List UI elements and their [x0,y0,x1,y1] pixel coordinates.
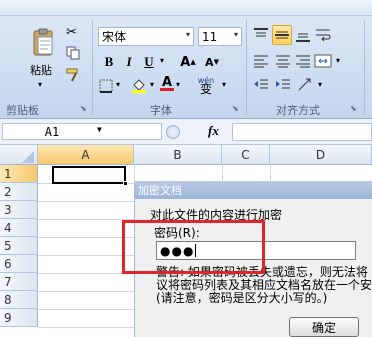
column-header-c[interactable]: C [222,145,270,165]
clipboard-launcher-icon[interactable]: ⬊ [80,104,87,113]
select-all-corner[interactable] [0,145,38,165]
font-color-glyph: A [161,75,173,90]
shrink-arrow-icon: ▼ [213,58,219,66]
italic-button[interactable]: I [120,53,138,71]
chevron-down-icon[interactable]: ▾ [318,80,322,89]
dialog-title: 加密文档 [138,184,182,197]
orientation-icon[interactable] [296,76,314,94]
underline-button[interactable]: U [140,53,158,71]
merge-center-icon[interactable] [314,52,334,70]
name-box[interactable]: A1 ▼ [2,123,162,140]
font-launcher-icon[interactable]: ⬊ [232,104,239,113]
border-icon[interactable] [98,78,114,94]
ribbon-tab-strip [0,0,372,16]
alignment-launcher-icon[interactable]: ⬊ [350,104,357,113]
font-color-button[interactable]: A [160,75,174,95]
warning-line-3: (请注意，密码是区分大小写的。) [156,291,328,305]
function-spinner-icon [166,125,180,139]
dialog-title-bar[interactable]: 加密文档 [134,181,372,199]
highlight-box [122,220,265,274]
grow-font-button[interactable]: A ▲ [178,53,198,71]
group-separator [92,20,93,115]
column-header-d[interactable]: D [270,145,372,165]
grow-arrow-icon: ▲ [190,58,196,66]
font-size-value: 11 [202,29,218,44]
chevron-down-icon[interactable]: ▾ [150,80,154,89]
shrink-font-glyph: A [205,55,214,69]
row-header-6[interactable]: 6 [0,255,38,273]
ok-button[interactable]: 确定 [289,317,359,337]
increase-indent-icon[interactable] [274,76,292,94]
row-header-3[interactable]: 3 [0,201,38,219]
paste-button-label[interactable]: 粘贴 [30,62,60,77]
format-painter-icon[interactable] [66,68,82,82]
ribbon: 粘贴 ▾ ✂ 剪贴板 ⬊ 宋体 ▾ 11 ▾ B I U ▾ A ▲ A ▼ ▾ ▾… [0,0,372,119]
row-header-1[interactable]: 1 [0,165,38,183]
align-middle-icon[interactable] [272,25,292,45]
formula-input[interactable] [232,123,372,141]
chevron-down-icon[interactable]: ▾ [160,56,164,65]
align-center-icon[interactable] [274,52,292,70]
insert-function-icon[interactable]: fx [208,123,219,139]
row-header-4[interactable]: 4 [0,219,38,237]
row-header-2[interactable]: 2 [0,183,38,201]
font-size-combo[interactable]: 11 ▾ [198,27,242,46]
chevron-down-icon[interactable]: ▾ [38,80,42,89]
row-header-5[interactable]: 5 [0,237,38,255]
row-header-9[interactable]: 9 [0,309,38,327]
chevron-down-icon: ▾ [233,30,238,39]
chevron-down-icon[interactable]: ▾ [116,80,120,89]
copy-icon[interactable] [66,46,80,60]
paste-icon[interactable] [30,26,56,58]
alignment-group-label: 对齐方式 [276,103,320,117]
grow-font-glyph: A [180,54,191,70]
column-header-b[interactable]: B [134,145,222,165]
fill-handle[interactable] [123,181,128,186]
row-header-8[interactable]: 8 [0,291,38,309]
column-header-a[interactable]: A [38,145,134,165]
chevron-down-icon: ▼ [97,125,102,134]
align-left-icon[interactable] [252,52,270,70]
decrease-indent-icon[interactable] [252,76,270,94]
font-name-combo[interactable]: 宋体 ▾ [98,27,194,46]
chevron-down-icon[interactable]: ▾ [176,80,180,89]
name-box-value: A1 [44,124,60,139]
chevron-down-icon: ▾ [185,30,190,39]
align-top-icon[interactable] [252,26,270,44]
wrap-text-icon[interactable] [314,26,332,44]
bold-button[interactable]: B [100,53,118,71]
row-header-7[interactable]: 7 [0,273,38,291]
cut-icon[interactable]: ✂ [66,26,80,40]
clipboard-group-label: 剪贴板 [6,103,39,117]
shrink-font-button[interactable]: A ▼ [202,53,222,71]
fill-color-icon[interactable] [130,76,148,94]
formula-bar: A1 ▼ fx [0,119,372,145]
phonetic-button[interactable]: wén 变 [192,76,220,96]
group-separator [364,20,365,115]
font-group-label: 字体 [150,103,172,117]
phonetic-char: 变 [199,82,212,96]
align-right-icon[interactable] [294,52,312,70]
active-cell-a1[interactable] [52,166,126,184]
chevron-down-icon[interactable]: ▾ [336,56,340,65]
align-bottom-icon[interactable] [294,26,312,44]
font-name-value: 宋体 [102,30,127,44]
chevron-down-icon[interactable]: ▾ [222,80,226,89]
group-separator [246,20,247,115]
